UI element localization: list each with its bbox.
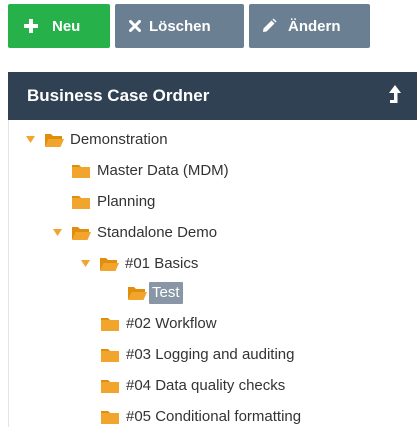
edit-button-label: Ändern xyxy=(288,17,341,35)
tree-node-label: Demonstration xyxy=(70,131,168,148)
tree-node-label-selected: Test xyxy=(149,282,183,304)
folder-open-icon xyxy=(45,134,64,147)
folder-open-icon xyxy=(72,227,91,240)
tree-node-demonstration[interactable]: Demonstration xyxy=(26,127,168,153)
tree-node-label: Standalone Demo xyxy=(97,224,218,241)
folder-icon xyxy=(72,165,90,178)
tree-node-test[interactable]: Test xyxy=(127,280,183,306)
new-button-label: Neu xyxy=(52,17,81,35)
panel-header: Business Case Ordner xyxy=(8,72,417,120)
tree-node-label: Master Data (MDM) xyxy=(97,162,229,179)
tree-node-planning[interactable]: Planning xyxy=(71,189,155,215)
tree-node-conditional-formatting[interactable]: #05 Conditional formatting xyxy=(100,404,301,430)
tree-node-logging[interactable]: #03 Logging and auditing xyxy=(100,342,295,368)
tree-node-basics[interactable]: #01 Basics xyxy=(81,251,198,277)
folder-open-icon xyxy=(100,258,119,271)
folder-icon xyxy=(72,196,90,209)
tree-node-label: #05 Conditional formatting xyxy=(126,408,302,425)
plus-icon xyxy=(24,19,38,33)
tree-node-label: #01 Basics xyxy=(125,255,199,272)
toolbar: Neu Löschen Ändern xyxy=(8,4,370,48)
folder-icon xyxy=(101,318,119,331)
tree-node-master-data[interactable]: Master Data (MDM) xyxy=(71,158,229,184)
new-button[interactable]: Neu xyxy=(8,4,110,48)
tree-node-label: #02 Workflow xyxy=(126,315,217,332)
panel-title: Business Case Ordner xyxy=(27,86,210,105)
tree-node-label: #03 Logging and auditing xyxy=(126,346,295,363)
caret-down-icon[interactable] xyxy=(81,260,90,268)
tree-node-workflow[interactable]: #02 Workflow xyxy=(100,311,217,337)
caret-down-icon[interactable] xyxy=(53,229,62,237)
tree-node-standalone-demo[interactable]: Standalone Demo xyxy=(53,220,217,246)
folder-icon xyxy=(101,411,119,424)
caret-down-icon[interactable] xyxy=(26,136,35,144)
tree-node-label: #04 Data quality checks xyxy=(126,377,286,394)
folder-icon xyxy=(101,380,119,393)
folder-open-icon xyxy=(128,287,147,300)
x-icon xyxy=(129,20,141,32)
tree-node-label: Planning xyxy=(97,193,156,210)
arrow-up-icon[interactable] xyxy=(387,84,403,106)
tree-node-data-quality[interactable]: #04 Data quality checks xyxy=(100,373,285,399)
delete-button-label: Löschen xyxy=(149,17,211,35)
folder-icon xyxy=(101,349,119,362)
delete-button[interactable]: Löschen xyxy=(115,4,244,48)
pencil-icon xyxy=(261,18,277,34)
folder-tree: Demonstration Master Data (MDM) Planning… xyxy=(8,120,417,427)
edit-button[interactable]: Ändern xyxy=(249,4,370,48)
